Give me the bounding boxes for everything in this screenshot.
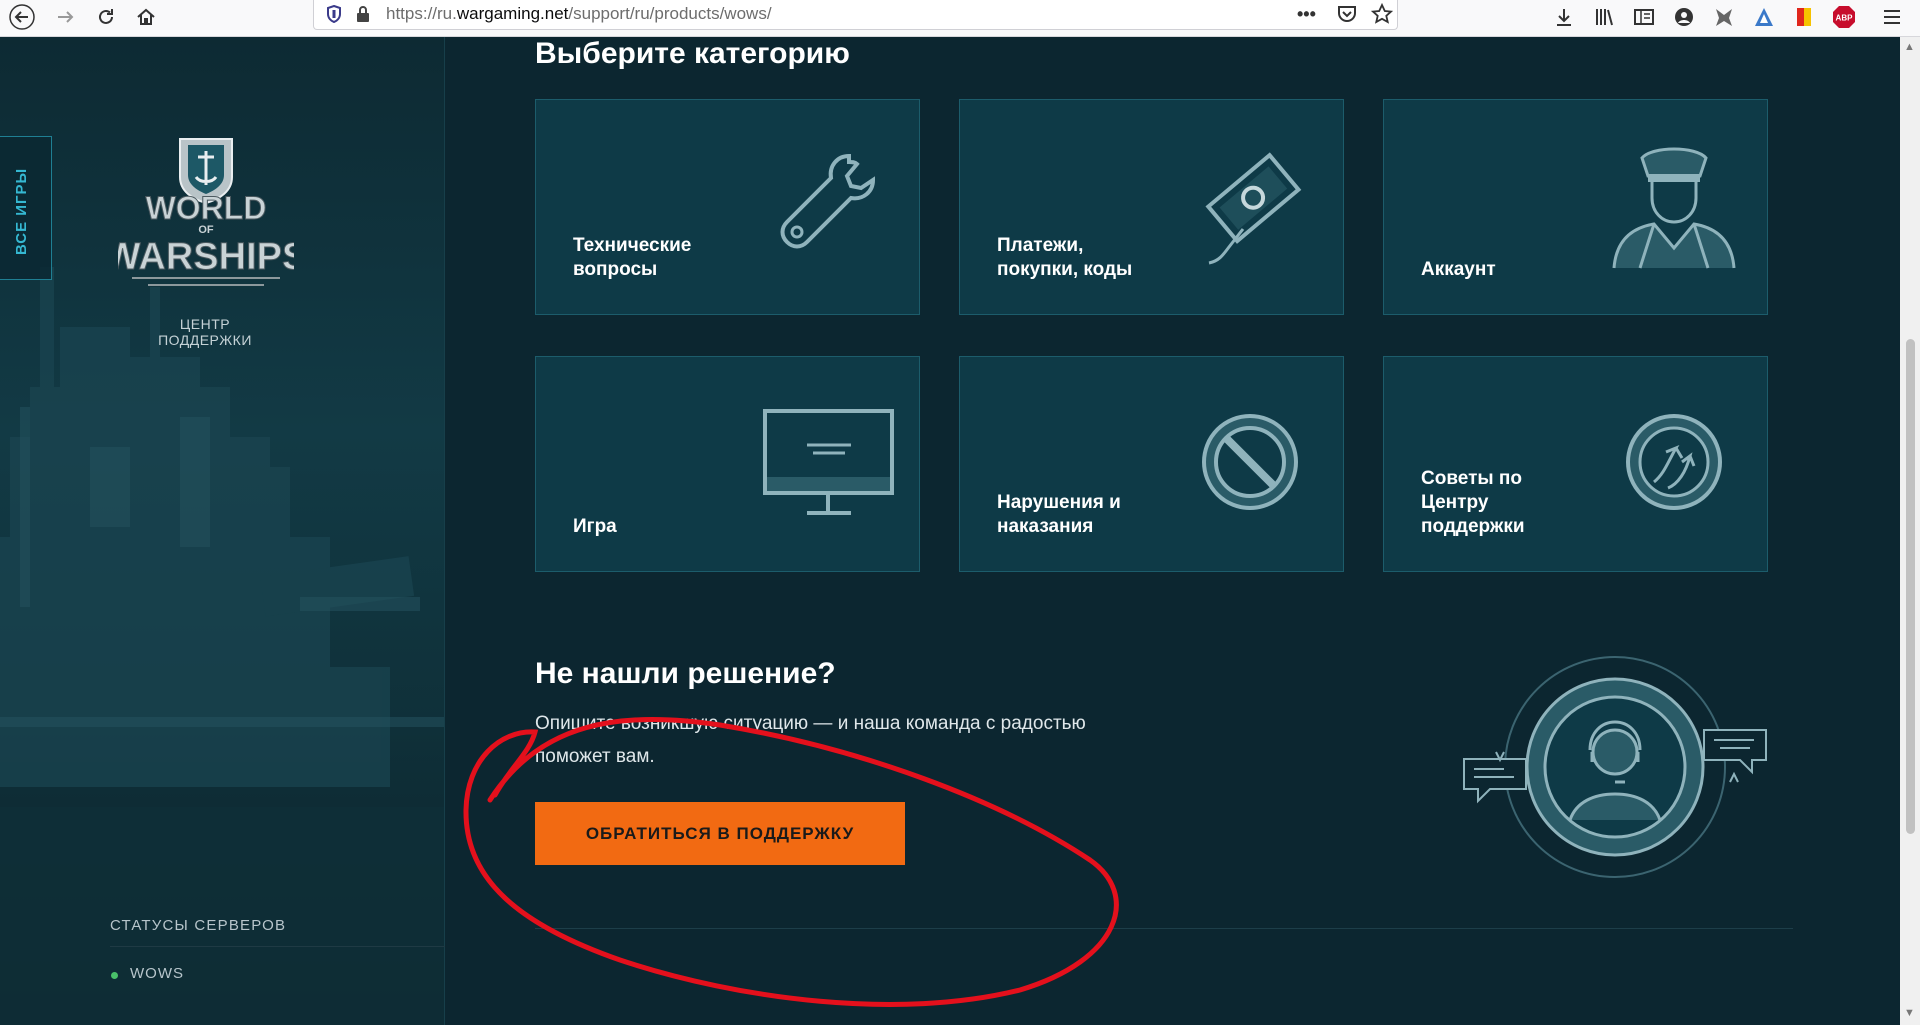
not-found-description: Опишите возникшую ситуацию — и наша кома… (535, 713, 1086, 767)
category-card-violations[interactable]: Нарушения и наказания (959, 356, 1344, 572)
category-card-game[interactable]: Игра (535, 356, 920, 572)
menu-icon[interactable] (1878, 4, 1906, 30)
sidebar: ВСЕ ИГРЫ WORLD OF WARSHIPS ЦЕНТР ПОДДЕРЖ… (0, 37, 445, 1025)
prohibited-icon (1202, 414, 1298, 510)
wrench-icon (780, 153, 876, 249)
reader-icon[interactable] (1630, 4, 1658, 30)
category-label: Нарушения и наказания (997, 492, 1121, 537)
extension-icon[interactable] (1750, 4, 1778, 30)
scrollbar-thumb[interactable] (1906, 339, 1915, 834)
category-card-tech[interactable]: Технические вопросы (535, 99, 920, 315)
support-center-label: ЦЕНТР ПОДДЕРЖКИ (158, 316, 252, 348)
monitor-icon (763, 409, 894, 515)
server-name[interactable]: WOWS (130, 965, 184, 982)
category-label: Советы по Центру поддержки (1421, 468, 1525, 537)
pocket-icon[interactable] (1337, 5, 1357, 28)
battleship-background-image (0, 267, 445, 1025)
officer-icon (1612, 147, 1736, 269)
category-card-tips[interactable]: Советы по Центру поддержки (1383, 356, 1768, 572)
page-viewport: ВСЕ ИГРЫ WORLD OF WARSHIPS ЦЕНТР ПОДДЕРЖ… (0, 37, 1900, 1025)
svg-text:OF: OF (198, 224, 214, 236)
category-card-account[interactable]: Аккаунт (1383, 99, 1768, 315)
main-content: Выберите категорию Технические вопросы П… (445, 37, 1900, 1025)
contact-support-button[interactable]: ОБРАТИТЬСЯ В ПОДДЕРЖКУ (535, 802, 905, 865)
world-of-warships-logo[interactable]: WORLD OF WARSHIPS (118, 133, 294, 303)
svg-text:ABP: ABP (1836, 14, 1854, 23)
scroll-up-icon[interactable]: ▲ (1904, 41, 1915, 53)
extension-icon[interactable] (1790, 4, 1818, 30)
page-actions-icon[interactable]: ••• (1297, 4, 1316, 25)
svg-text:WORLD: WORLD (146, 190, 267, 226)
home-icon[interactable] (132, 4, 160, 30)
forward-icon[interactable] (52, 4, 80, 30)
category-label: Платежи, покупки, коды (997, 235, 1133, 280)
page-scrollbar[interactable]: ▲ ▼ (1900, 37, 1920, 1025)
library-icon[interactable] (1590, 4, 1618, 30)
category-label: Аккаунт (1421, 259, 1496, 280)
abp-icon[interactable]: ABP (1830, 4, 1858, 30)
account-icon[interactable] (1670, 4, 1698, 30)
url-text[interactable]: https://ru.wargaming.net/support/ru/prod… (386, 4, 772, 24)
all-games-label[interactable]: ВСЕ ИГРЫ (13, 161, 41, 261)
server-statuses-title[interactable]: СТАТУСЫ СЕРВЕРОВ (110, 917, 286, 934)
lock-icon (356, 5, 370, 28)
scroll-down-icon[interactable]: ▼ (1904, 1007, 1915, 1019)
category-card-payments[interactable]: Платежи, покупки, коды (959, 99, 1344, 315)
divider (535, 928, 1793, 929)
not-found-title: Не нашли решение? (535, 657, 836, 690)
extension-icon[interactable] (1710, 4, 1738, 30)
address-bar[interactable]: https://ru.wargaming.net/support/ru/prod… (313, 0, 1398, 30)
server-status-dot-icon (111, 972, 118, 979)
payment-icon (1205, 152, 1302, 265)
bookmark-star-icon[interactable] (1370, 2, 1394, 30)
downloads-icon[interactable] (1550, 4, 1578, 30)
category-label: Технические вопросы (573, 235, 692, 280)
category-title: Выберите категорию (535, 37, 850, 70)
tracking-shield-icon[interactable] (326, 4, 342, 28)
divider (110, 946, 445, 947)
back-icon[interactable] (8, 4, 36, 30)
tips-icon (1626, 414, 1722, 510)
browser-toolbar: https://ru.wargaming.net/support/ru/prod… (0, 0, 1920, 37)
reload-icon[interactable] (92, 4, 120, 30)
support-agent-illustration (1463, 656, 1767, 878)
category-label: Игра (573, 516, 617, 537)
svg-text:WARSHIPS: WARSHIPS (118, 236, 294, 278)
